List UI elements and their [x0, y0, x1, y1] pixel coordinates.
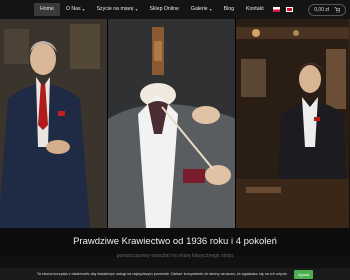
tailor-portrait-image	[0, 19, 107, 228]
nav-contact-label: Kontakt	[246, 6, 264, 12]
nav-about[interactable]: O Nas ▾	[60, 3, 91, 16]
english-flag-icon[interactable]	[285, 7, 293, 12]
hero-photo-workshop	[236, 19, 350, 228]
chevron-down-icon: ▾	[82, 7, 85, 12]
nav-about-label: O Nas	[65, 6, 81, 12]
nav-shop[interactable]: Sklep Online	[143, 3, 184, 16]
hero-photo-tailor-portrait	[0, 19, 107, 228]
hero-title: Prawdziwe Krawiectwo od 1936 roku i 4 po…	[0, 228, 350, 256]
top-navbar: Home O Nas ▾ Szycie na miarę ▾ Sklep Onlin…	[0, 0, 350, 19]
nav-tailoring[interactable]: Szycie na miarę ▾	[91, 3, 144, 16]
chevron-down-icon: ▾	[135, 7, 138, 12]
hero-photo-measuring	[107, 19, 236, 228]
cookie-bar: Ta strona korzysta z ciasteczek aby świa…	[0, 268, 350, 280]
nav-galleries[interactable]: Galerie ▾	[185, 3, 218, 16]
nav-shop-label: Sklep Online	[149, 6, 179, 12]
cookie-accept-button[interactable]: Zgoda	[293, 269, 314, 279]
nav-tailoring-label: Szycie na miarę	[96, 6, 134, 12]
cart-icon	[334, 6, 340, 13]
cart-button[interactable]: 0,00 zł	[308, 3, 346, 16]
chevron-down-icon: ▾	[209, 7, 212, 12]
nav-galleries-label: Galerie	[190, 6, 208, 12]
nav-contact[interactable]: Kontakt	[240, 3, 270, 16]
cookie-text: Ta strona korzysta z ciasteczek aby świa…	[36, 272, 288, 276]
nav-home-label: Home	[40, 6, 54, 12]
hero-subtitle: ponadczasowy warsztat na miarę klasyczne…	[116, 253, 234, 259]
cart-amount: 0,00 zł	[314, 6, 329, 13]
hero-gallery	[0, 19, 350, 228]
tailor-measuring-image	[108, 19, 235, 228]
polish-flag-icon[interactable]	[272, 7, 280, 12]
nav-blog[interactable]: Blog	[218, 3, 240, 16]
nav-home[interactable]: Home	[34, 3, 60, 16]
tailor-workshop-image	[236, 19, 349, 228]
nav-blog-label: Blog	[223, 6, 235, 12]
